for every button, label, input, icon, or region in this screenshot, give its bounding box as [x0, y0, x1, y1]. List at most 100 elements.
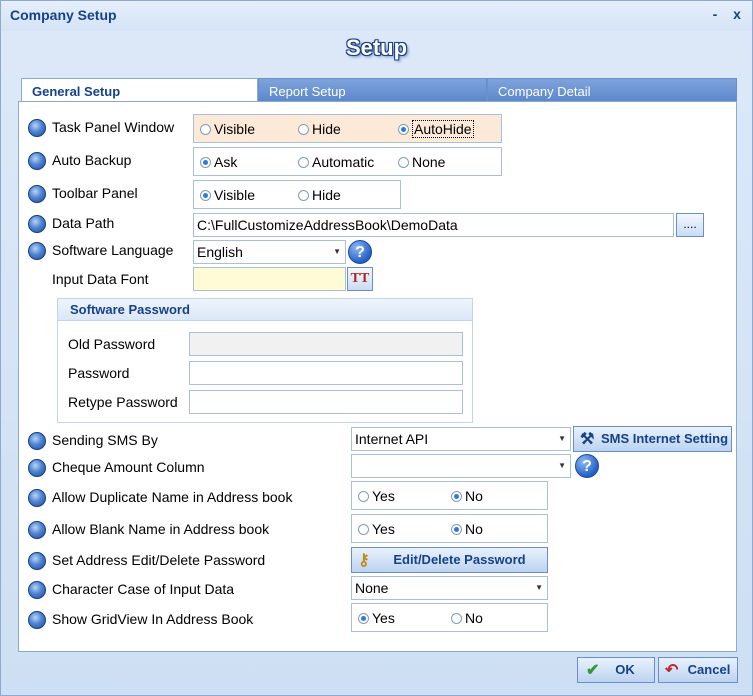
auto-backup-options: Ask Automatic None: [193, 147, 502, 176]
font-picker-button[interactable]: TT: [347, 267, 373, 291]
sending-sms-label: Sending SMS By: [52, 432, 158, 448]
button-label: Edit/Delete Password: [393, 552, 526, 567]
bullet-icon: [28, 459, 46, 477]
task-panel-options: Visible Hide AutoHide: [193, 114, 502, 143]
auto-backup-ask-radio[interactable]: Ask: [200, 154, 237, 170]
radio-off-icon: [451, 613, 462, 624]
character-case-label: Character Case of Input Data: [52, 581, 235, 597]
character-case-select[interactable]: None ▼: [351, 576, 548, 600]
group-header: Software Password: [58, 299, 472, 321]
radio-label: Yes: [372, 521, 395, 537]
radio-label: No: [465, 610, 483, 626]
toolbar-hide-radio[interactable]: Hide: [298, 187, 341, 203]
gridview-options: Yes No: [351, 603, 548, 632]
language-select[interactable]: English ▼: [193, 240, 346, 264]
radio-label: None: [412, 154, 446, 170]
company-setup-window: Company Setup - x Setup General Setup Re…: [0, 0, 753, 696]
language-value: English: [197, 244, 243, 260]
bullet-icon: [28, 152, 46, 170]
radio-on-icon: [200, 190, 211, 201]
group-title: Software Password: [70, 302, 190, 317]
duplicate-yes-radio[interactable]: Yes: [358, 488, 395, 504]
radio-label: Hide: [312, 187, 341, 203]
radio-label: Ask: [214, 154, 238, 170]
password-input[interactable]: [189, 361, 463, 385]
edit-delete-password-label: Set Address Edit/Delete Password: [52, 552, 266, 568]
gridview-yes-radio[interactable]: Yes: [358, 610, 395, 626]
data-path-label: Data Path: [52, 215, 115, 231]
radio-label: No: [465, 488, 483, 504]
help-icon[interactable]: ?: [348, 240, 372, 264]
tab-company-detail[interactable]: Company Detail: [487, 78, 737, 102]
button-label: SMS Internet Setting: [600, 431, 729, 446]
sms-method-value: Internet API: [355, 431, 429, 447]
minimize-button[interactable]: -: [707, 6, 723, 24]
blank-no-radio[interactable]: No: [451, 521, 483, 537]
task-panel-hide-radio[interactable]: Hide: [298, 121, 341, 137]
bullet-icon: [28, 552, 46, 570]
radio-label: AutoHide: [412, 120, 474, 138]
window-title: Company Setup: [10, 7, 117, 23]
tools-icon: ⚒: [580, 431, 595, 448]
bullet-icon: [28, 185, 46, 203]
cheque-column-select[interactable]: ▼: [351, 454, 571, 478]
radio-label: No: [465, 521, 483, 537]
radio-off-icon: [358, 491, 369, 502]
software-language-label: Software Language: [52, 242, 174, 258]
radio-label: Visible: [214, 187, 255, 203]
password-label: Password: [68, 365, 130, 381]
radio-off-icon: [398, 157, 409, 168]
radio-label: Visible: [214, 121, 255, 137]
bullet-icon: [28, 521, 46, 539]
radio-on-icon: [200, 157, 211, 168]
input-data-font-label: Input Data Font: [52, 271, 149, 287]
task-panel-visible-radio[interactable]: Visible: [200, 121, 255, 137]
title-bar: Company Setup - x: [1, 1, 752, 31]
bullet-icon: [28, 119, 46, 137]
allow-duplicate-label: Allow Duplicate Name in Address book: [52, 489, 293, 505]
radio-on-icon: [358, 613, 369, 624]
tab-report-setup[interactable]: Report Setup: [258, 78, 487, 102]
browse-button[interactable]: ....: [676, 213, 704, 237]
radio-label: Yes: [372, 488, 395, 504]
old-password-label: Old Password: [68, 336, 156, 352]
ok-button[interactable]: ✔ OK: [577, 657, 655, 683]
data-path-input[interactable]: C:\FullCustomizeAddressBook\DemoData: [193, 213, 674, 237]
bullet-icon: [28, 581, 46, 599]
toolbar-panel-label: Toolbar Panel: [52, 185, 138, 201]
toolbar-visible-radio[interactable]: Visible: [200, 187, 255, 203]
input-font-field[interactable]: [193, 267, 346, 291]
auto-backup-none-radio[interactable]: None: [398, 154, 445, 170]
help-icon[interactable]: ?: [575, 454, 599, 478]
character-case-value: None: [355, 580, 389, 596]
dropdown-arrow-icon: ▼: [558, 434, 566, 443]
dropdown-arrow-icon: ▼: [333, 247, 341, 256]
retype-password-label: Retype Password: [68, 394, 178, 410]
gridview-no-radio[interactable]: No: [451, 610, 483, 626]
radio-on-icon: [451, 524, 462, 535]
sms-method-select[interactable]: Internet API ▼: [351, 427, 571, 451]
tab-general-setup[interactable]: General Setup: [21, 78, 258, 103]
software-password-group: Software Password Old Password Password …: [57, 298, 473, 423]
show-gridview-label: Show GridView In Address Book: [52, 611, 254, 627]
bullet-icon: [28, 242, 46, 260]
task-panel-autohide-radio[interactable]: AutoHide: [398, 120, 474, 138]
radio-off-icon: [298, 190, 309, 201]
radio-off-icon: [200, 124, 211, 135]
blank-yes-radio[interactable]: Yes: [358, 521, 395, 537]
page-heading: Setup: [345, 35, 408, 60]
cancel-button[interactable]: ↶ Cancel: [658, 657, 738, 683]
retype-password-input[interactable]: [189, 390, 463, 414]
radio-on-icon: [451, 491, 462, 502]
duplicate-no-radio[interactable]: No: [451, 488, 483, 504]
sms-internet-setting-button[interactable]: ⚒ SMS Internet Setting: [573, 426, 732, 452]
undo-icon: ↶: [665, 662, 679, 679]
close-button[interactable]: x: [729, 6, 745, 24]
tab-strip: General Setup Report Setup Company Detai…: [21, 78, 737, 103]
bullet-icon: [28, 489, 46, 507]
allow-blank-label: Allow Blank Name in Address book: [52, 521, 270, 537]
radio-label: Hide: [312, 121, 341, 137]
auto-backup-automatic-radio[interactable]: Automatic: [298, 154, 374, 170]
radio-label: Yes: [372, 610, 395, 626]
edit-delete-password-button[interactable]: ⚷ Edit/Delete Password: [351, 547, 548, 573]
